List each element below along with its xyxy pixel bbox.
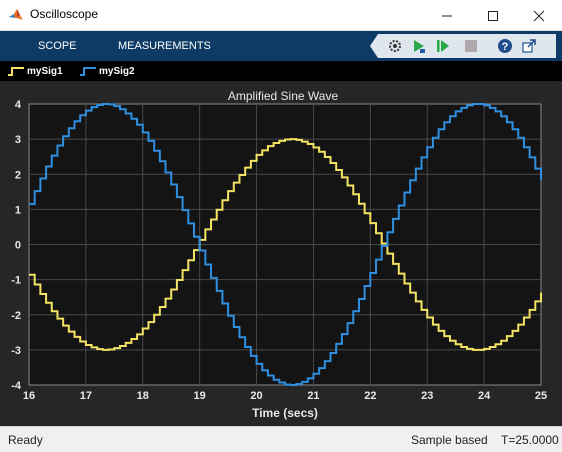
y-tick-label: -4 bbox=[11, 380, 22, 392]
status-text: Ready bbox=[8, 433, 43, 447]
x-tick-label: 20 bbox=[250, 390, 262, 402]
x-tick-label: 24 bbox=[478, 390, 491, 402]
y-tick-label: 1 bbox=[15, 204, 21, 216]
x-tick-label: 22 bbox=[364, 390, 376, 402]
x-tick-label: 17 bbox=[80, 390, 92, 402]
x-tick-label: 25 bbox=[535, 390, 547, 402]
x-axis-label: Time (secs) bbox=[252, 406, 318, 420]
y-axis: 4 3 2 1 0 -1 -2 -3 -4 bbox=[11, 99, 22, 392]
y-tick-label: -1 bbox=[11, 275, 21, 287]
y-tick-label: 3 bbox=[15, 134, 21, 146]
y-tick-label: 0 bbox=[15, 240, 21, 252]
y-tick-label: 2 bbox=[15, 169, 21, 181]
y-tick-label: 4 bbox=[15, 99, 22, 111]
scope-chart[interactable]: Amplified Sine Wave 16 17 18 19 20 21 22 23 24 25… bbox=[0, 0, 562, 452]
x-tick-label: 19 bbox=[194, 390, 206, 402]
y-tick-label: -2 bbox=[11, 310, 21, 322]
y-tick-label: -3 bbox=[11, 345, 21, 357]
x-tick-label: 18 bbox=[137, 390, 149, 402]
chart-title: Amplified Sine Wave bbox=[228, 89, 339, 103]
x-tick-label: 21 bbox=[307, 390, 319, 402]
x-tick-label: 16 bbox=[23, 390, 35, 402]
status-bar: Ready Sample based T=25.0000 bbox=[0, 426, 562, 452]
status-mode: Sample based bbox=[411, 433, 488, 447]
x-tick-label: 23 bbox=[421, 390, 433, 402]
status-time: T=25.0000 bbox=[501, 433, 559, 447]
x-axis: 16 17 18 19 20 21 22 23 24 25 bbox=[23, 390, 547, 402]
